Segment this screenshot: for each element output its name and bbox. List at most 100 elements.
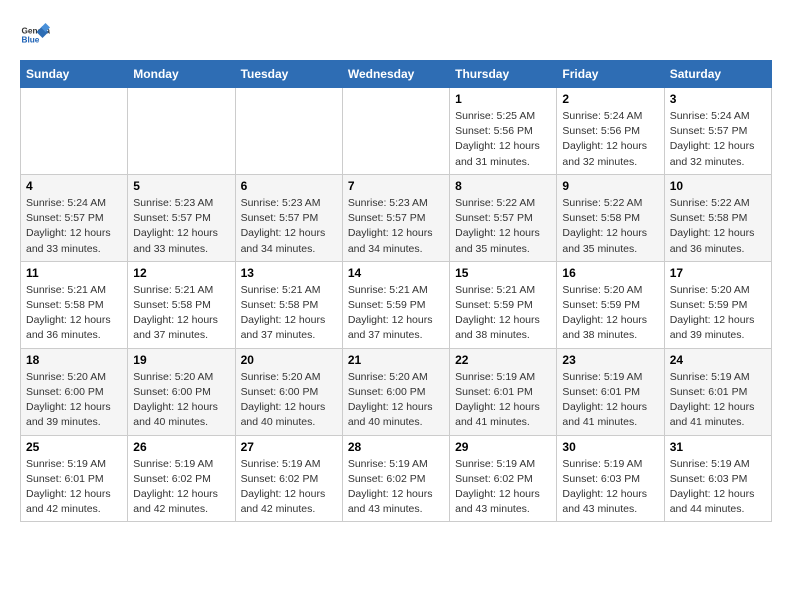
weekday-header: Thursday	[450, 61, 557, 88]
day-number: 13	[241, 266, 337, 280]
day-number: 6	[241, 179, 337, 193]
day-info: Sunrise: 5:25 AM Sunset: 5:56 PM Dayligh…	[455, 109, 551, 170]
calendar-cell: 22 Sunrise: 5:19 AM Sunset: 6:01 PM Dayli…	[450, 348, 557, 435]
day-info: Sunrise: 5:19 AM Sunset: 6:01 PM Dayligh…	[670, 370, 766, 431]
calendar-cell: 28 Sunrise: 5:19 AM Sunset: 6:02 PM Dayli…	[342, 435, 449, 522]
calendar-cell: 3 Sunrise: 5:24 AM Sunset: 5:57 PM Daylig…	[664, 88, 771, 175]
calendar-cell: 14Sunrise: 5:21 AM Sunset: 5:59 PM Dayli…	[342, 261, 449, 348]
logo: General Blue	[20, 20, 54, 50]
day-info: Sunrise: 5:19 AM Sunset: 6:01 PM Dayligh…	[455, 370, 551, 431]
day-number: 17	[670, 266, 766, 280]
day-number: 23	[562, 353, 658, 367]
calendar-cell: 15 Sunrise: 5:21 AM Sunset: 5:59 PM Dayli…	[450, 261, 557, 348]
weekday-header: Tuesday	[235, 61, 342, 88]
day-number: 25	[26, 440, 122, 454]
calendar-week-row: 25 Sunrise: 5:19 AM Sunset: 6:01 PM Dayli…	[21, 435, 772, 522]
day-number: 15	[455, 266, 551, 280]
calendar-cell: 26Sunrise: 5:19 AM Sunset: 6:02 PM Dayli…	[128, 435, 235, 522]
day-info: Sunrise: 5:21 AM Sunset: 5:58 PM Dayligh…	[26, 283, 122, 344]
calendar-cell: 1 Sunrise: 5:25 AM Sunset: 5:56 PM Daylig…	[450, 88, 557, 175]
day-info: Sunrise: 5:19 AM Sunset: 6:02 PM Dayligh…	[241, 457, 337, 518]
day-number: 31	[670, 440, 766, 454]
calendar-cell: 8Sunrise: 5:22 AM Sunset: 5:57 PM Daylig…	[450, 174, 557, 261]
calendar-cell: 24 Sunrise: 5:19 AM Sunset: 6:01 PM Dayli…	[664, 348, 771, 435]
weekday-header: Friday	[557, 61, 664, 88]
calendar-cell: 10Sunrise: 5:22 AM Sunset: 5:58 PM Dayli…	[664, 174, 771, 261]
calendar-cell: 19 Sunrise: 5:20 AM Sunset: 6:00 PM Dayli…	[128, 348, 235, 435]
calendar-cell	[342, 88, 449, 175]
calendar-cell: 25 Sunrise: 5:19 AM Sunset: 6:01 PM Dayli…	[21, 435, 128, 522]
day-number: 9	[562, 179, 658, 193]
logo-icon: General Blue	[20, 20, 50, 50]
day-number: 18	[26, 353, 122, 367]
svg-text:Blue: Blue	[22, 36, 40, 45]
calendar-cell: 2 Sunrise: 5:24 AM Sunset: 5:56 PM Daylig…	[557, 88, 664, 175]
day-info: Sunrise: 5:20 AM Sunset: 6:00 PM Dayligh…	[26, 370, 122, 431]
weekday-header: Saturday	[664, 61, 771, 88]
day-info: Sunrise: 5:21 AM Sunset: 5:58 PM Dayligh…	[133, 283, 229, 344]
weekday-header-row: SundayMondayTuesdayWednesdayThursdayFrid…	[21, 61, 772, 88]
day-info: Sunrise: 5:20 AM Sunset: 6:00 PM Dayligh…	[348, 370, 444, 431]
calendar-week-row: 18 Sunrise: 5:20 AM Sunset: 6:00 PM Dayli…	[21, 348, 772, 435]
calendar-cell: 11 Sunrise: 5:21 AM Sunset: 5:58 PM Dayli…	[21, 261, 128, 348]
calendar-cell: 30 Sunrise: 5:19 AM Sunset: 6:03 PM Dayli…	[557, 435, 664, 522]
day-info: Sunrise: 5:21 AM Sunset: 5:58 PM Dayligh…	[241, 283, 337, 344]
day-info: Sunrise: 5:23 AM Sunset: 5:57 PM Dayligh…	[348, 196, 444, 257]
calendar-cell: 17 Sunrise: 5:20 AM Sunset: 5:59 PM Dayli…	[664, 261, 771, 348]
day-info: Sunrise: 5:19 AM Sunset: 6:01 PM Dayligh…	[26, 457, 122, 518]
day-info: Sunrise: 5:24 AM Sunset: 5:57 PM Dayligh…	[26, 196, 122, 257]
calendar-cell: 7Sunrise: 5:23 AM Sunset: 5:57 PM Daylig…	[342, 174, 449, 261]
day-info: Sunrise: 5:23 AM Sunset: 5:57 PM Dayligh…	[133, 196, 229, 257]
calendar-cell: 21 Sunrise: 5:20 AM Sunset: 6:00 PM Dayli…	[342, 348, 449, 435]
day-info: Sunrise: 5:19 AM Sunset: 6:02 PM Dayligh…	[455, 457, 551, 518]
day-number: 16	[562, 266, 658, 280]
day-info: Sunrise: 5:21 AM Sunset: 5:59 PM Dayligh…	[455, 283, 551, 344]
day-info: Sunrise: 5:19 AM Sunset: 6:03 PM Dayligh…	[562, 457, 658, 518]
calendar-cell: 12Sunrise: 5:21 AM Sunset: 5:58 PM Dayli…	[128, 261, 235, 348]
day-number: 11	[26, 266, 122, 280]
calendar-cell: 16Sunrise: 5:20 AM Sunset: 5:59 PM Dayli…	[557, 261, 664, 348]
day-info: Sunrise: 5:20 AM Sunset: 6:00 PM Dayligh…	[133, 370, 229, 431]
calendar-week-row: 4 Sunrise: 5:24 AM Sunset: 5:57 PM Daylig…	[21, 174, 772, 261]
calendar-cell: 6 Sunrise: 5:23 AM Sunset: 5:57 PM Daylig…	[235, 174, 342, 261]
calendar-cell: 23 Sunrise: 5:19 AM Sunset: 6:01 PM Dayli…	[557, 348, 664, 435]
calendar-cell	[235, 88, 342, 175]
calendar-cell	[21, 88, 128, 175]
day-number: 30	[562, 440, 658, 454]
day-info: Sunrise: 5:24 AM Sunset: 5:56 PM Dayligh…	[562, 109, 658, 170]
calendar-cell: 27 Sunrise: 5:19 AM Sunset: 6:02 PM Dayli…	[235, 435, 342, 522]
day-number: 3	[670, 92, 766, 106]
calendar-cell: 13 Sunrise: 5:21 AM Sunset: 5:58 PM Dayli…	[235, 261, 342, 348]
calendar-cell: 5 Sunrise: 5:23 AM Sunset: 5:57 PM Daylig…	[128, 174, 235, 261]
calendar-week-row: 1 Sunrise: 5:25 AM Sunset: 5:56 PM Daylig…	[21, 88, 772, 175]
day-number: 1	[455, 92, 551, 106]
day-info: Sunrise: 5:19 AM Sunset: 6:02 PM Dayligh…	[348, 457, 444, 518]
calendar-cell: 9Sunrise: 5:22 AM Sunset: 5:58 PM Daylig…	[557, 174, 664, 261]
day-info: Sunrise: 5:19 AM Sunset: 6:03 PM Dayligh…	[670, 457, 766, 518]
day-number: 10	[670, 179, 766, 193]
page-header: General Blue	[20, 20, 772, 50]
day-info: Sunrise: 5:23 AM Sunset: 5:57 PM Dayligh…	[241, 196, 337, 257]
weekday-header: Monday	[128, 61, 235, 88]
day-number: 5	[133, 179, 229, 193]
day-info: Sunrise: 5:19 AM Sunset: 6:01 PM Dayligh…	[562, 370, 658, 431]
day-number: 2	[562, 92, 658, 106]
day-info: Sunrise: 5:20 AM Sunset: 5:59 PM Dayligh…	[670, 283, 766, 344]
calendar-table: SundayMondayTuesdayWednesdayThursdayFrid…	[20, 60, 772, 522]
day-number: 27	[241, 440, 337, 454]
day-info: Sunrise: 5:20 AM Sunset: 6:00 PM Dayligh…	[241, 370, 337, 431]
day-number: 21	[348, 353, 444, 367]
day-number: 4	[26, 179, 122, 193]
day-number: 26	[133, 440, 229, 454]
day-number: 8	[455, 179, 551, 193]
calendar-cell: 4 Sunrise: 5:24 AM Sunset: 5:57 PM Daylig…	[21, 174, 128, 261]
day-number: 28	[348, 440, 444, 454]
day-number: 24	[670, 353, 766, 367]
day-number: 22	[455, 353, 551, 367]
day-info: Sunrise: 5:24 AM Sunset: 5:57 PM Dayligh…	[670, 109, 766, 170]
day-number: 29	[455, 440, 551, 454]
day-number: 19	[133, 353, 229, 367]
day-info: Sunrise: 5:21 AM Sunset: 5:59 PM Dayligh…	[348, 283, 444, 344]
calendar-cell: 20Sunrise: 5:20 AM Sunset: 6:00 PM Dayli…	[235, 348, 342, 435]
weekday-header: Sunday	[21, 61, 128, 88]
